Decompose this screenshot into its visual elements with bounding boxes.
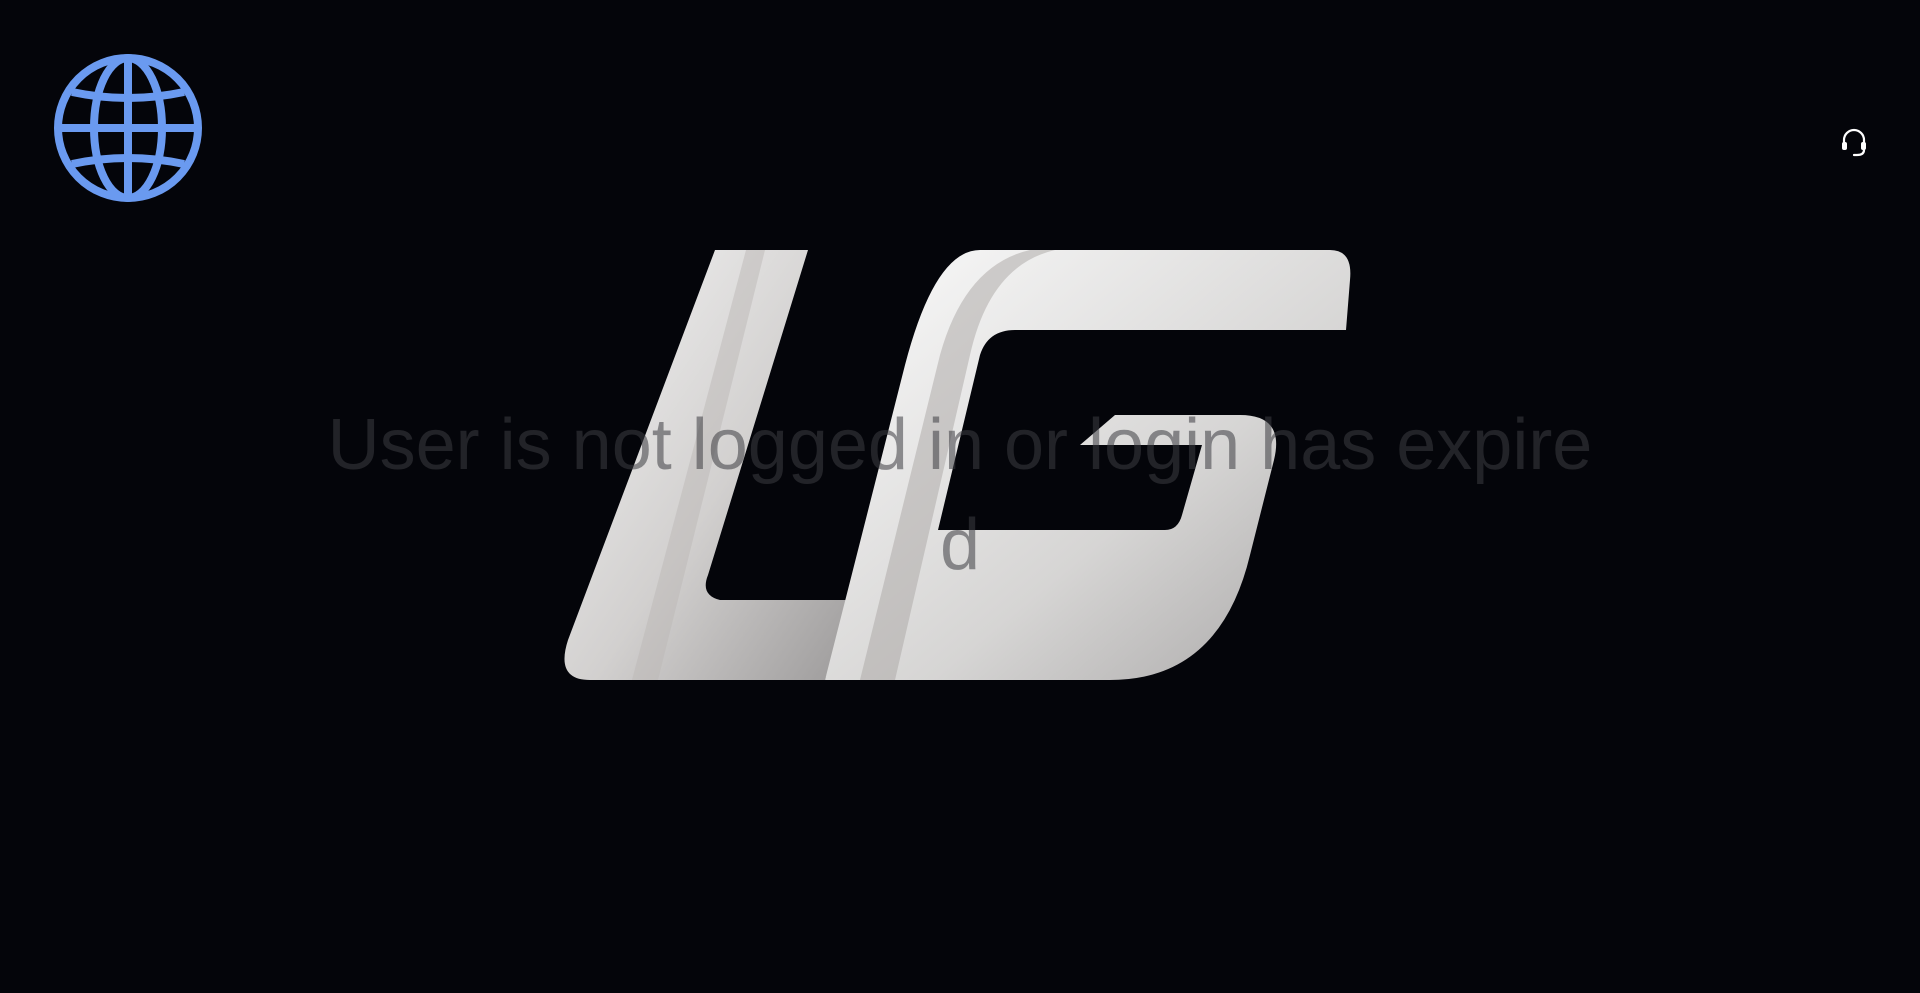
- headset-icon: [1842, 128, 1866, 157]
- language-button[interactable]: [52, 52, 204, 204]
- customer-support-button[interactable]: [1838, 126, 1870, 158]
- globe-icon: [54, 54, 202, 202]
- login-expired-message: User is not logged in or login has expir…: [327, 405, 1593, 585]
- login-expired-page: User is not logged in or login has expir…: [0, 0, 1920, 993]
